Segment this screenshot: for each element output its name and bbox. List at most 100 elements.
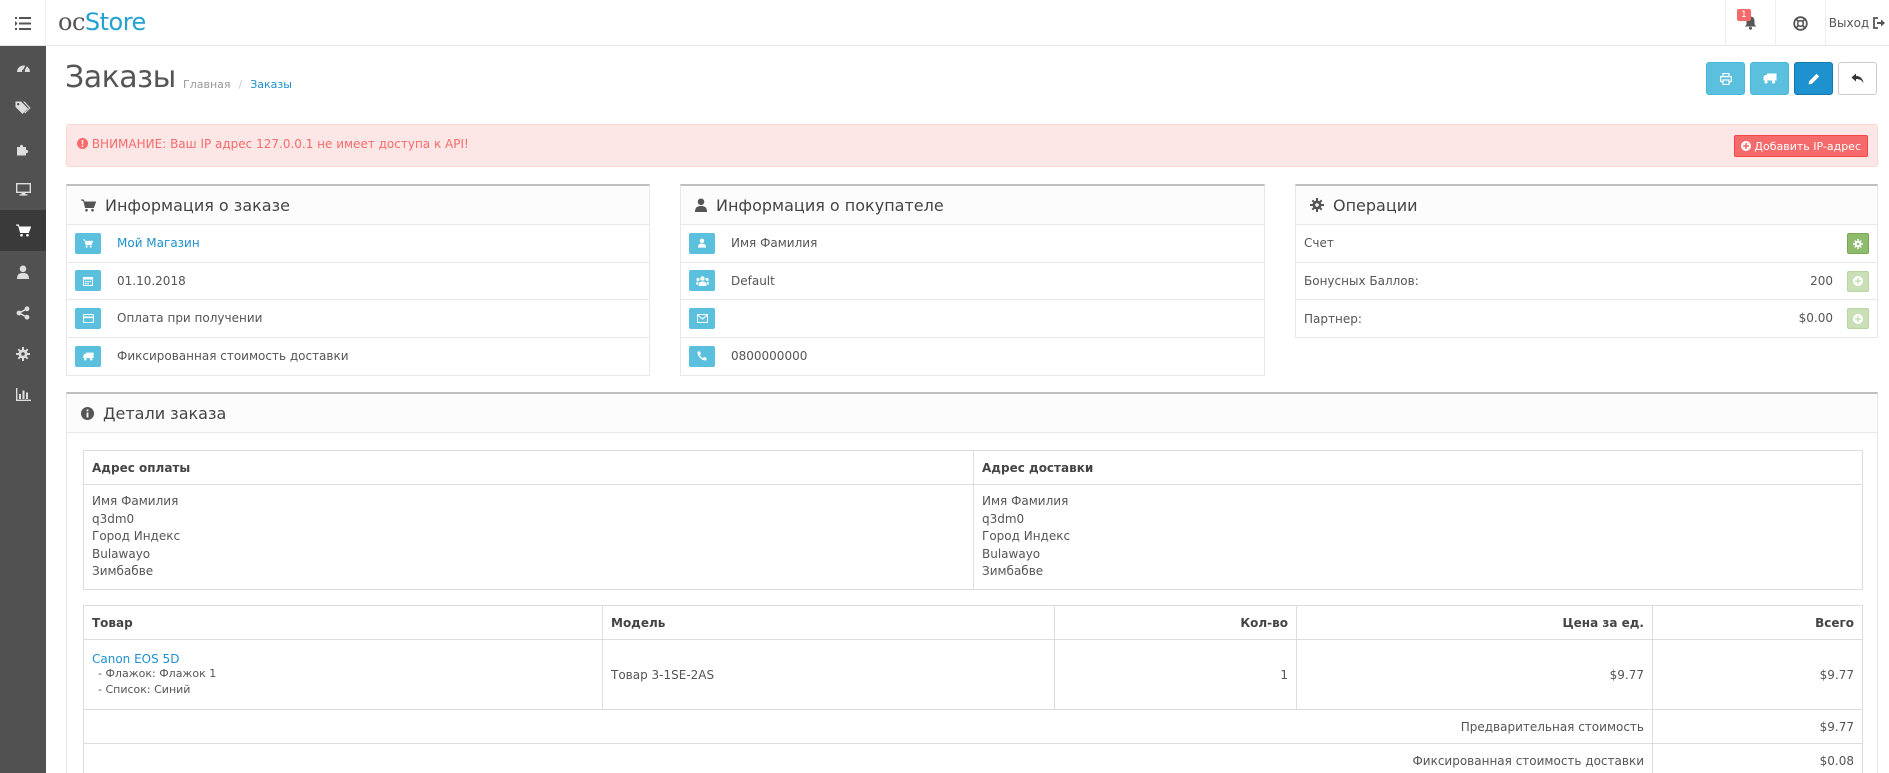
- payment-address: Имя Фамилия q3dm0 Город Индекс Bulawayo …: [83, 484, 974, 590]
- sidebar-item-dashboard[interactable]: [0, 46, 46, 87]
- operations-title: Операции: [1333, 195, 1418, 215]
- calendar-icon: [83, 276, 93, 286]
- cog-icon: [1853, 238, 1863, 249]
- menu-icon: [14, 16, 31, 30]
- sidebar-item-catalog[interactable]: [0, 87, 46, 128]
- table-row: Canon EOS 5D - Флажок: Флажок 1 - Список…: [83, 639, 1863, 710]
- help-button[interactable]: [1775, 0, 1825, 46]
- order-date: 01.10.2018: [117, 273, 186, 288]
- reward-row: Бонусных Баллов: 200: [1296, 263, 1877, 300]
- order-date-row: 01.10.2018: [67, 263, 649, 300]
- order-info-panel: Информация о заказе Мой Магазин 01.10.20…: [66, 184, 650, 376]
- subtotal-label: Предварительная стоимость: [83, 709, 1653, 744]
- affiliate-label: Партнер:: [1304, 311, 1362, 326]
- exclamation-circle-icon: [77, 138, 88, 149]
- payment-icon-button[interactable]: [75, 307, 101, 329]
- add-commission-button[interactable]: [1847, 308, 1869, 329]
- payment-address-line: q3dm0: [92, 511, 135, 526]
- sidebar-item-marketing[interactable]: [0, 292, 46, 333]
- breadcrumb: Главная / Заказы: [183, 78, 292, 91]
- phone-icon: [697, 351, 707, 361]
- product-option: - Флажок: Флажок 1: [98, 666, 217, 680]
- logo-store: Store: [84, 8, 146, 36]
- address-table: Адрес оплаты Адрес доставки Имя Фамилия …: [83, 450, 1863, 590]
- payment-address-line: Имя Фамилия: [92, 494, 179, 508]
- table-row: Фиксированная стоимость доставки $0.08: [83, 743, 1863, 773]
- shipping-total-label: Фиксированная стоимость доставки: [83, 743, 1653, 773]
- customer-email-row: [681, 300, 1264, 338]
- back-button[interactable]: [1838, 62, 1877, 95]
- table-row: Предварительная стоимость $9.77: [83, 709, 1863, 744]
- breadcrumb-separator: /: [238, 78, 243, 91]
- sidebar-item-design[interactable]: [0, 169, 46, 210]
- add-ip-button[interactable]: Добавить IP-адрес: [1734, 135, 1868, 157]
- order-shipping-row: Фиксированная стоимость доставки: [67, 338, 649, 376]
- notification-badge: 1: [1737, 9, 1751, 21]
- bar-chart-icon: [15, 388, 31, 401]
- product-link[interactable]: Canon EOS 5D: [92, 652, 594, 666]
- print-shipping-button[interactable]: [1750, 62, 1789, 95]
- envelope-icon: [696, 313, 708, 323]
- customer-phone-row: 0800000000: [681, 338, 1264, 376]
- payment-address-line: Город Индекс: [92, 529, 181, 543]
- order-details-header: Детали заказа: [67, 394, 1877, 433]
- sidebar-item-system[interactable]: [0, 333, 46, 374]
- cart-icon: [81, 199, 96, 211]
- email-icon-button[interactable]: [689, 307, 715, 329]
- invoice-row: Счет: [1296, 225, 1877, 263]
- order-payment-row: Оплата при получении: [67, 300, 649, 338]
- shipping-icon-button[interactable]: [75, 345, 101, 367]
- generate-invoice-button[interactable]: [1847, 233, 1869, 254]
- date-icon-button[interactable]: [75, 270, 101, 292]
- order-info-header: Информация о заказе: [67, 186, 649, 225]
- menu-toggle-button[interactable]: [0, 0, 46, 46]
- top-header: ocStore 1 Выход: [0, 0, 1889, 46]
- truck-icon: [1763, 73, 1776, 84]
- phone-icon-button[interactable]: [689, 345, 715, 367]
- invoice-label: Счет: [1304, 236, 1334, 251]
- alert-message: ВНИМАНИЕ: Ваш IP адрес 127.0.0.1 не имее…: [91, 137, 469, 151]
- tags-icon: [15, 101, 31, 114]
- products-table: Товар Модель Кол-во Цена за ед. Всего Ca…: [83, 605, 1863, 773]
- customer-icon-button[interactable]: [689, 232, 715, 254]
- store-icon-button[interactable]: [75, 232, 101, 254]
- life-ring-icon: [1793, 15, 1808, 31]
- reward-value: 200: [1810, 273, 1833, 288]
- notifications-button[interactable]: 1: [1725, 0, 1775, 46]
- api-warning-alert: ВНИМАНИЕ: Ваш IP адрес 127.0.0.1 не имее…: [66, 124, 1878, 167]
- store-link[interactable]: Мой Магазин: [117, 236, 200, 250]
- user-icon: [698, 238, 706, 248]
- reply-icon: [1851, 73, 1864, 84]
- product-cell: Canon EOS 5D - Флажок: Флажок 1 - Список…: [83, 639, 603, 710]
- print-invoice-button[interactable]: [1706, 62, 1745, 95]
- page-title: Заказы: [65, 60, 176, 95]
- logo[interactable]: ocStore: [58, 8, 146, 36]
- group-icon-button[interactable]: [689, 270, 715, 292]
- page-actions: [1706, 62, 1877, 95]
- pencil-icon: [1808, 73, 1819, 84]
- sidebar-item-extensions[interactable]: [0, 128, 46, 169]
- sidebar-item-customers[interactable]: [0, 251, 46, 292]
- customer-name-row: Имя Фамилия: [681, 225, 1264, 263]
- edit-button[interactable]: [1794, 62, 1833, 95]
- info-circle-icon: [81, 406, 94, 420]
- logout-button[interactable]: Выход: [1825, 0, 1889, 46]
- reward-label: Бонусных Баллов:: [1304, 273, 1419, 288]
- affiliate-row: Партнер: $0.00: [1296, 300, 1877, 338]
- shipping-address-line: Город Индекс: [982, 529, 1071, 543]
- breadcrumb-home[interactable]: Главная: [183, 78, 231, 91]
- gear-icon: [1310, 198, 1324, 212]
- truck-icon: [82, 352, 94, 361]
- plus-circle-icon: [1741, 141, 1752, 151]
- subtotal-value: $9.77: [1652, 709, 1863, 744]
- sidebar-item-sales[interactable]: [0, 210, 46, 251]
- customer-name: Имя Фамилия: [731, 236, 818, 251]
- sidebar-item-reports[interactable]: [0, 374, 46, 415]
- order-details-panel: Детали заказа Адрес оплаты Адрес доставк…: [66, 392, 1878, 773]
- shipping-method: Фиксированная стоимость доставки: [117, 349, 349, 364]
- total-cell: $9.77: [1652, 639, 1863, 710]
- payment-method: Оплата при получении: [117, 311, 263, 326]
- qty-cell: 1: [1054, 639, 1297, 710]
- add-reward-button[interactable]: [1847, 270, 1869, 292]
- breadcrumb-orders[interactable]: Заказы: [250, 78, 292, 91]
